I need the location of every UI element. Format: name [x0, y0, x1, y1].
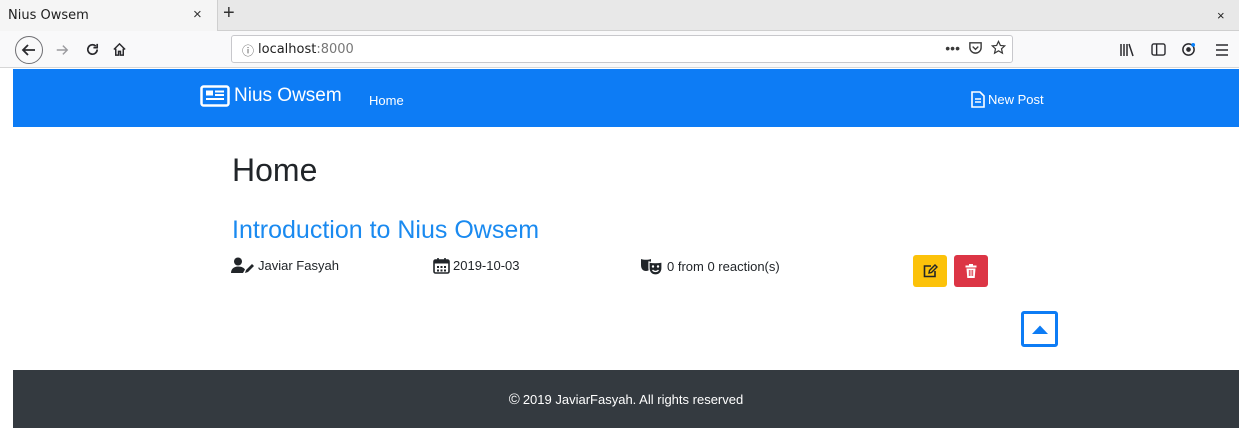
arrow-right-icon	[56, 44, 69, 55]
url-bar[interactable]: ⓘ localhost:8000 •••	[231, 35, 1013, 63]
theater-masks-icon	[641, 259, 663, 275]
window-close-icon[interactable]: ×	[1217, 8, 1225, 23]
tab-close-icon[interactable]: ×	[193, 6, 202, 23]
arrow-left-icon	[21, 44, 35, 56]
page-title: Home	[232, 152, 318, 188]
browser-tab-bar: Nius Owsem × + ×	[0, 0, 1239, 31]
caret-square-up-icon	[1031, 325, 1048, 334]
hamburger-menu-icon	[1216, 43, 1228, 56]
reactions-count: 0 from 0 reaction(s)	[667, 258, 780, 274]
extension-button[interactable]	[1176, 31, 1200, 68]
edit-icon	[923, 264, 938, 278]
brand-name: Nius Owsem	[234, 85, 342, 106]
extension-icon	[1181, 42, 1195, 56]
new-tab-button[interactable]: +	[223, 2, 235, 25]
newspaper-icon	[200, 85, 230, 107]
user-edit-icon	[231, 257, 254, 273]
home-icon	[112, 42, 126, 56]
sidebar-button[interactable]	[1146, 31, 1170, 68]
new-post-label: New Post	[988, 92, 1044, 107]
date-value: 2019-10-03	[453, 258, 520, 273]
nav-link-home[interactable]: Home	[369, 93, 404, 108]
reload-icon	[86, 43, 98, 55]
bookmark-star-icon[interactable]	[991, 40, 1006, 55]
post-title-link[interactable]: Introduction to Nius Owsem	[232, 216, 539, 245]
forward-button[interactable]	[50, 31, 74, 68]
url-actions: •••	[945, 40, 1006, 56]
post-reactions: 0 from 0 reaction(s)	[640, 257, 780, 275]
trash-icon	[965, 264, 977, 278]
sidebar-icon	[1150, 43, 1166, 56]
file-alt-icon	[971, 91, 985, 108]
reload-button[interactable]	[80, 31, 104, 68]
edit-post-button[interactable]	[913, 255, 947, 287]
tab-title: Nius Owsem	[8, 8, 89, 23]
info-icon[interactable]: ⓘ	[242, 42, 254, 59]
author-name: Javiar Fasyah	[258, 258, 339, 273]
brand-link[interactable]: Nius Owsem	[200, 85, 342, 107]
site-footer: © 2019 JaviarFasyah. All rights reserved	[13, 370, 1239, 428]
post-author: Javiar Fasyah	[231, 257, 339, 274]
menu-button[interactable]	[1210, 31, 1234, 68]
pocket-icon[interactable]	[968, 40, 983, 55]
scroll-to-top-button[interactable]	[1021, 311, 1058, 347]
url-text: localhost:8000	[258, 42, 354, 57]
footer-text: 2019 JaviarFasyah. All rights reserved	[522, 391, 744, 407]
post-date: 2019-10-03	[433, 257, 520, 274]
home-button[interactable]	[107, 31, 131, 68]
copyright-icon: ©	[508, 390, 520, 408]
library-icon	[1120, 43, 1134, 56]
delete-post-button[interactable]	[954, 255, 988, 287]
site-navbar: Nius Owsem Home New Post	[13, 69, 1239, 127]
calendar-icon	[433, 258, 450, 274]
page-actions-icon[interactable]: •••	[945, 40, 960, 56]
browser-tab[interactable]: Nius Owsem ×	[0, 0, 218, 31]
library-button[interactable]	[1115, 31, 1139, 68]
back-button[interactable]	[15, 36, 43, 64]
new-post-link[interactable]: New Post	[971, 91, 1044, 108]
